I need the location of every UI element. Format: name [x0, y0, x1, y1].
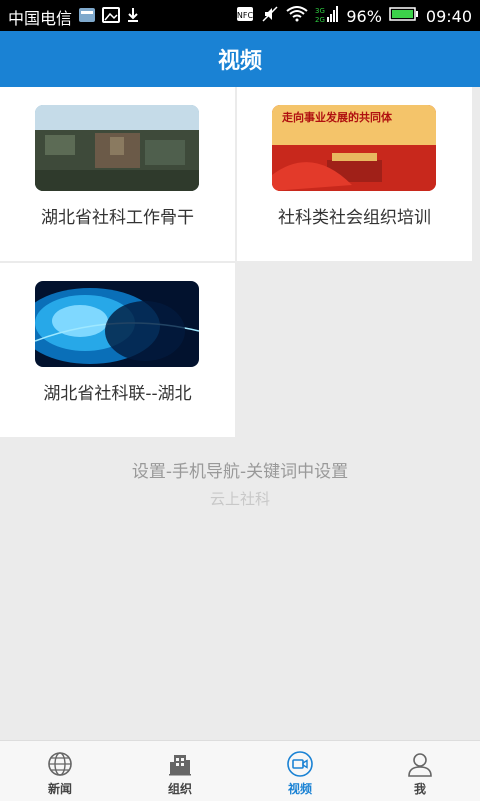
user-icon	[408, 753, 432, 777]
svg-text:NFC: NFC	[237, 11, 254, 20]
video-icon	[287, 751, 313, 777]
signal-icon: 3G 2G	[315, 5, 339, 27]
building-icon	[169, 755, 191, 776]
video-card[interactable]: 湖北省社科工作骨干	[0, 87, 235, 261]
title-bar: 视频	[0, 31, 480, 87]
nfc-icon: NFC	[236, 6, 254, 26]
page-title: 视频	[217, 49, 262, 74]
svg-text:2G: 2G	[315, 16, 325, 23]
app-notification-icon	[78, 7, 96, 27]
mute-icon	[261, 6, 279, 26]
battery-icon	[389, 6, 419, 26]
settings-hint: 设置-手机导航-关键词中设置	[131, 462, 349, 482]
video-thumbnail[interactable]	[35, 105, 199, 191]
video-title: 湖北省社科联--湖北	[43, 384, 192, 404]
battery-percent: 96%	[346, 6, 382, 26]
video-card[interactable]: 湖北省社科联--湖北	[0, 263, 235, 437]
bottom-tab-bar: 新闻 组织 视频 我	[0, 740, 480, 801]
tab-me[interactable]: 我	[360, 741, 480, 801]
download-icon	[126, 7, 140, 27]
tab-video[interactable]: 视频	[240, 741, 360, 801]
tab-label: 新闻	[47, 782, 72, 796]
image-notification-icon	[102, 7, 121, 27]
svg-text:3G: 3G	[315, 7, 325, 15]
video-thumbnail[interactable]: 走向事业发展的共同体	[272, 105, 436, 191]
carrier-label: 中国电信	[8, 9, 73, 28]
status-bar: 中国电信 NFC 3G 2G 96% 09:40	[0, 0, 480, 31]
clock: 09:40	[425, 6, 472, 26]
video-card[interactable]: 走向事业发展的共同体 社科类社会组织培训	[237, 87, 472, 261]
tab-label: 组织	[167, 782, 192, 796]
tab-label: 我	[413, 782, 426, 796]
wifi-icon	[286, 6, 308, 26]
video-title: 湖北省社科工作骨干	[41, 208, 194, 228]
thumbnail-caption: 走向事业发展的共同体	[281, 110, 393, 124]
tab-news[interactable]: 新闻	[0, 741, 120, 801]
video-title: 社科类社会组织培训	[278, 208, 431, 228]
brand-label: 云上社科	[209, 490, 270, 508]
video-thumbnail[interactable]	[35, 281, 199, 367]
tab-organization[interactable]: 组织	[120, 741, 240, 801]
globe-icon	[48, 752, 72, 776]
tab-label: 视频	[287, 782, 312, 796]
